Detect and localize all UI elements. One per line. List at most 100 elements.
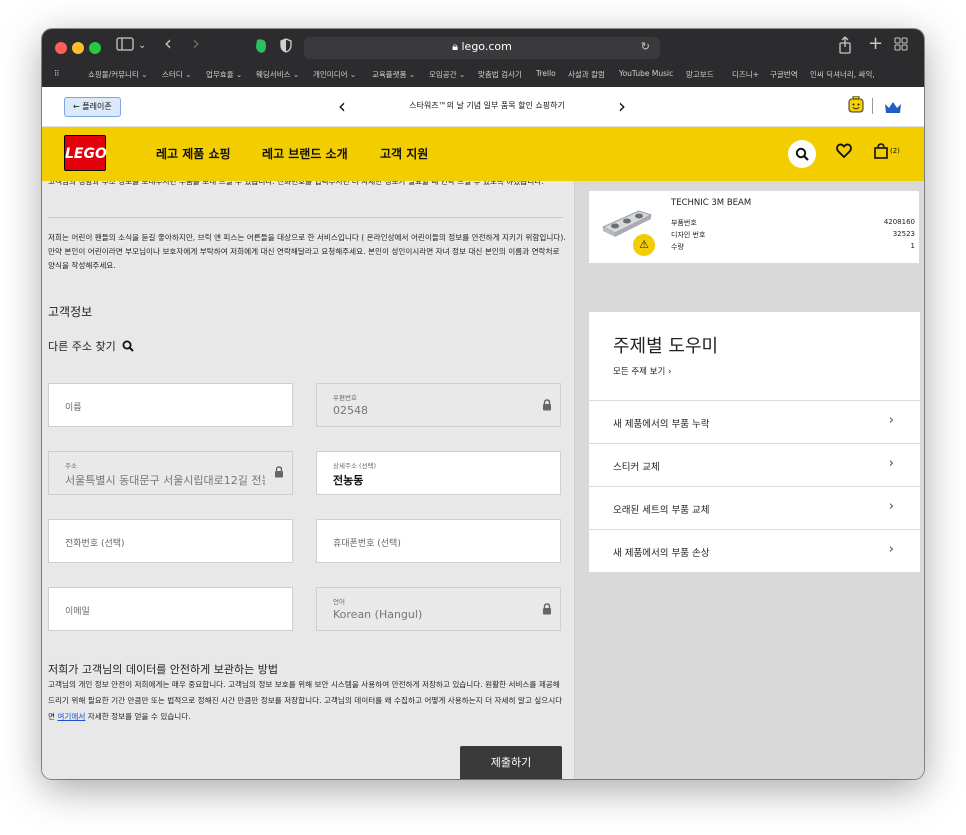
apps-grid-icon[interactable]: ⠿ [54, 69, 60, 78]
browser-window: ⌄ ‹ › 🔒︎ lego.com ↻ + ⠿ 쇼핑몰/커뮤니티 ⌄ 스터디 ⌄… [42, 29, 924, 779]
promo-bar: ← 플레이존 ‹ 스타워즈™의 날 기념 일부 품목 할인 쇼핑하기 › [42, 87, 924, 127]
bookmark-item[interactable]: 맞춤법 검사기 [478, 69, 522, 80]
lego-logo[interactable]: LEGO [64, 135, 107, 171]
help-item-label: 새 제품에서의 부품 누락 [613, 419, 710, 430]
vip-crown-icon[interactable] [884, 99, 902, 118]
nav-brand[interactable]: 레고 브랜드 소개 [262, 145, 348, 162]
part-number-value: 4208160 [883, 218, 915, 226]
share-icon[interactable] [838, 36, 852, 59]
children-notice: 저희는 어린이 팬들의 소식을 듣길 좋아하지만, 브릭 앤 피스는 어른들을 … [48, 233, 566, 270]
name-field[interactable]: 이름 [48, 383, 293, 427]
browser-chrome: ⌄ ‹ › 🔒︎ lego.com ↻ + ⠿ 쇼핑몰/커뮤니티 ⌄ 스터디 ⌄… [42, 29, 924, 87]
bookmark-item[interactable]: 디즈니+ [732, 69, 759, 80]
language-field: 언어 Korean (Hangul) [316, 587, 561, 631]
phone-field[interactable]: 전화번호 (선택) [48, 519, 293, 563]
nav-support[interactable]: 고객 지원 [380, 145, 428, 162]
web-page: ← 플레이존 ‹ 스타워즈™의 날 기념 일부 품목 할인 쇼핑하기 › LEG… [42, 87, 924, 779]
part-name: TECHNIC 3M BEAM [671, 198, 752, 208]
evernote-extension-icon[interactable] [254, 38, 268, 59]
design-number-value: 32523 [892, 230, 915, 238]
lock-icon [275, 466, 283, 478]
nav-shop[interactable]: 레고 제품 쇼핑 [156, 145, 231, 162]
help-item-old-set[interactable]: 오래된 세트의 부품 교체 › [589, 486, 920, 529]
detail-address-field[interactable]: 상세주소 (선택) 전농동 [316, 451, 561, 495]
bookmark-item[interactable]: 사설과 칼럼 [568, 69, 605, 80]
quantity-value: 1 [910, 242, 915, 250]
privacy-heading: 저희가 고객님의 데이터를 안전하게 보관하는 방법 [48, 663, 279, 676]
all-topics-link[interactable]: 모든 주제 보기 › [613, 365, 671, 377]
zoom-window-button[interactable] [89, 42, 101, 54]
help-item-label: 스티커 교체 [613, 462, 660, 473]
help-item-damaged-parts[interactable]: 새 제품에서의 부품 손상 › [589, 529, 920, 572]
bookmark-item[interactable]: YouTube Music [619, 69, 673, 78]
bookmark-item[interactable]: Trello [536, 69, 556, 78]
lock-icon [543, 603, 551, 615]
bookmark-item[interactable]: 인씨 딕셔너리, 싸익, [810, 69, 875, 80]
tab-overview-icon[interactable] [894, 36, 908, 56]
chevron-right-icon: › [888, 542, 894, 557]
language-value: Korean (Hangul) [333, 608, 423, 621]
address-value: 서울특별시 동대문구 서울시립대로12길 전농 [65, 474, 265, 487]
new-tab-icon[interactable]: + [868, 34, 883, 54]
promo-prev-arrow[interactable]: ‹ [338, 93, 346, 119]
privacy-tail: 자세한 정보를 얻을 수 있습니다. [87, 712, 191, 721]
phone-placeholder: 전화번호 (선택) [65, 539, 125, 549]
detail-label: 상세주소 (선택) [333, 462, 377, 470]
bookmark-item[interactable]: 업무효율 ⌄ [206, 69, 242, 80]
address-field: 주소 서울특별시 동대문구 서울시립대로12길 전농 [48, 451, 293, 495]
sidebar-toggle-icon[interactable] [116, 36, 134, 56]
part-number-label: 부품번호 [671, 219, 697, 227]
bookmark-item[interactable]: 교육플랫폼 ⌄ [372, 69, 415, 80]
bookmark-item[interactable]: 망고보드 [686, 69, 714, 80]
bookmark-item[interactable]: 모임공간 ⌄ [429, 69, 465, 80]
bag-count: (2) [890, 147, 900, 155]
part-card: ⚠ TECHNIC 3M BEAM 부품번호 4208160 디자인 번호 32… [589, 191, 919, 263]
url-text: 🔒︎ lego.com [304, 40, 660, 54]
chevron-right-icon: › [888, 413, 894, 428]
lock-icon [543, 399, 551, 411]
chevron-right-icon: › [888, 456, 894, 471]
address-label: 주소 [65, 462, 77, 470]
privacy-text: 고객님의 개인 정보 안전이 저희에게는 매우 중요합니다. 고객님의 정보 보… [48, 677, 568, 725]
address-bar[interactable]: 🔒︎ lego.com ↻ [304, 37, 660, 59]
search-icon [122, 340, 134, 352]
lock-icon: 🔒︎ [452, 40, 462, 53]
minifigure-head-icon[interactable] [848, 95, 864, 118]
reload-icon[interactable]: ↻ [641, 40, 650, 53]
bookmark-item[interactable]: 구글번역 [770, 69, 798, 80]
wishlist-heart-icon[interactable] [836, 143, 852, 163]
playzone-back-button[interactable]: ← 플레이존 [64, 97, 121, 117]
bookmark-item[interactable]: 개인미디어 ⌄ [313, 69, 356, 80]
search-button[interactable] [788, 140, 816, 168]
privacy-shield-icon[interactable] [280, 38, 292, 58]
minimize-window-button[interactable] [72, 42, 84, 54]
help-item-missing-parts[interactable]: 새 제품에서의 부품 누락 › [589, 400, 920, 443]
promo-message[interactable]: 스타워즈™의 날 기념 일부 품목 할인 쇼핑하기 [362, 100, 612, 111]
shopping-bag-icon[interactable] [874, 143, 888, 163]
close-window-button[interactable] [55, 42, 67, 54]
topic-helper-panel: 주제별 도우미 모든 주제 보기 › 새 제품에서의 부품 누락 › 스티커 교체… [589, 312, 920, 572]
chevron-down-icon[interactable]: ⌄ [138, 36, 146, 56]
mobile-field[interactable]: 휴대폰번호 (선택) [316, 519, 561, 563]
find-address-link[interactable]: 다른 주소 찾기 [48, 338, 134, 354]
submit-button[interactable]: 제출하기 [460, 746, 562, 779]
bookmark-item[interactable]: 스터디 ⌄ [162, 69, 191, 80]
zip-value: 02548 [333, 404, 368, 417]
zip-code-field: 우편번호 02548 [316, 383, 561, 427]
help-item-sticker[interactable]: 스티커 교체 › [589, 443, 920, 486]
design-number-label: 디자인 번호 [671, 231, 706, 239]
sidebar-column: ⚠ TECHNIC 3M BEAM 부품번호 4208160 디자인 번호 32… [574, 181, 924, 779]
main-nav: LEGO 레고 제품 쇼핑 레고 브랜드 소개 고객 지원 (2) [42, 127, 924, 181]
bookmark-item[interactable]: 쇼핑몰/커뮤니티 ⌄ [88, 69, 148, 80]
forward-icon[interactable]: › [192, 33, 200, 53]
bookmark-item[interactable]: 웨딩서비스 ⌄ [256, 69, 299, 80]
find-address-label: 다른 주소 찾기 [48, 340, 116, 353]
quantity-label: 수량 [671, 243, 684, 251]
topic-helper-title: 주제별 도우미 [613, 336, 719, 357]
privacy-link[interactable]: 여기에서 [57, 712, 85, 721]
back-icon[interactable]: ‹ [164, 33, 172, 53]
promo-next-arrow[interactable]: › [618, 93, 626, 119]
email-field[interactable]: 이메일 [48, 587, 293, 631]
promo-divider [872, 98, 873, 114]
bookmarks-bar: ⠿ 쇼핑몰/커뮤니티 ⌄ 스터디 ⌄ 업무효율 ⌄ 웨딩서비스 ⌄ 개인미디어 … [42, 65, 924, 87]
